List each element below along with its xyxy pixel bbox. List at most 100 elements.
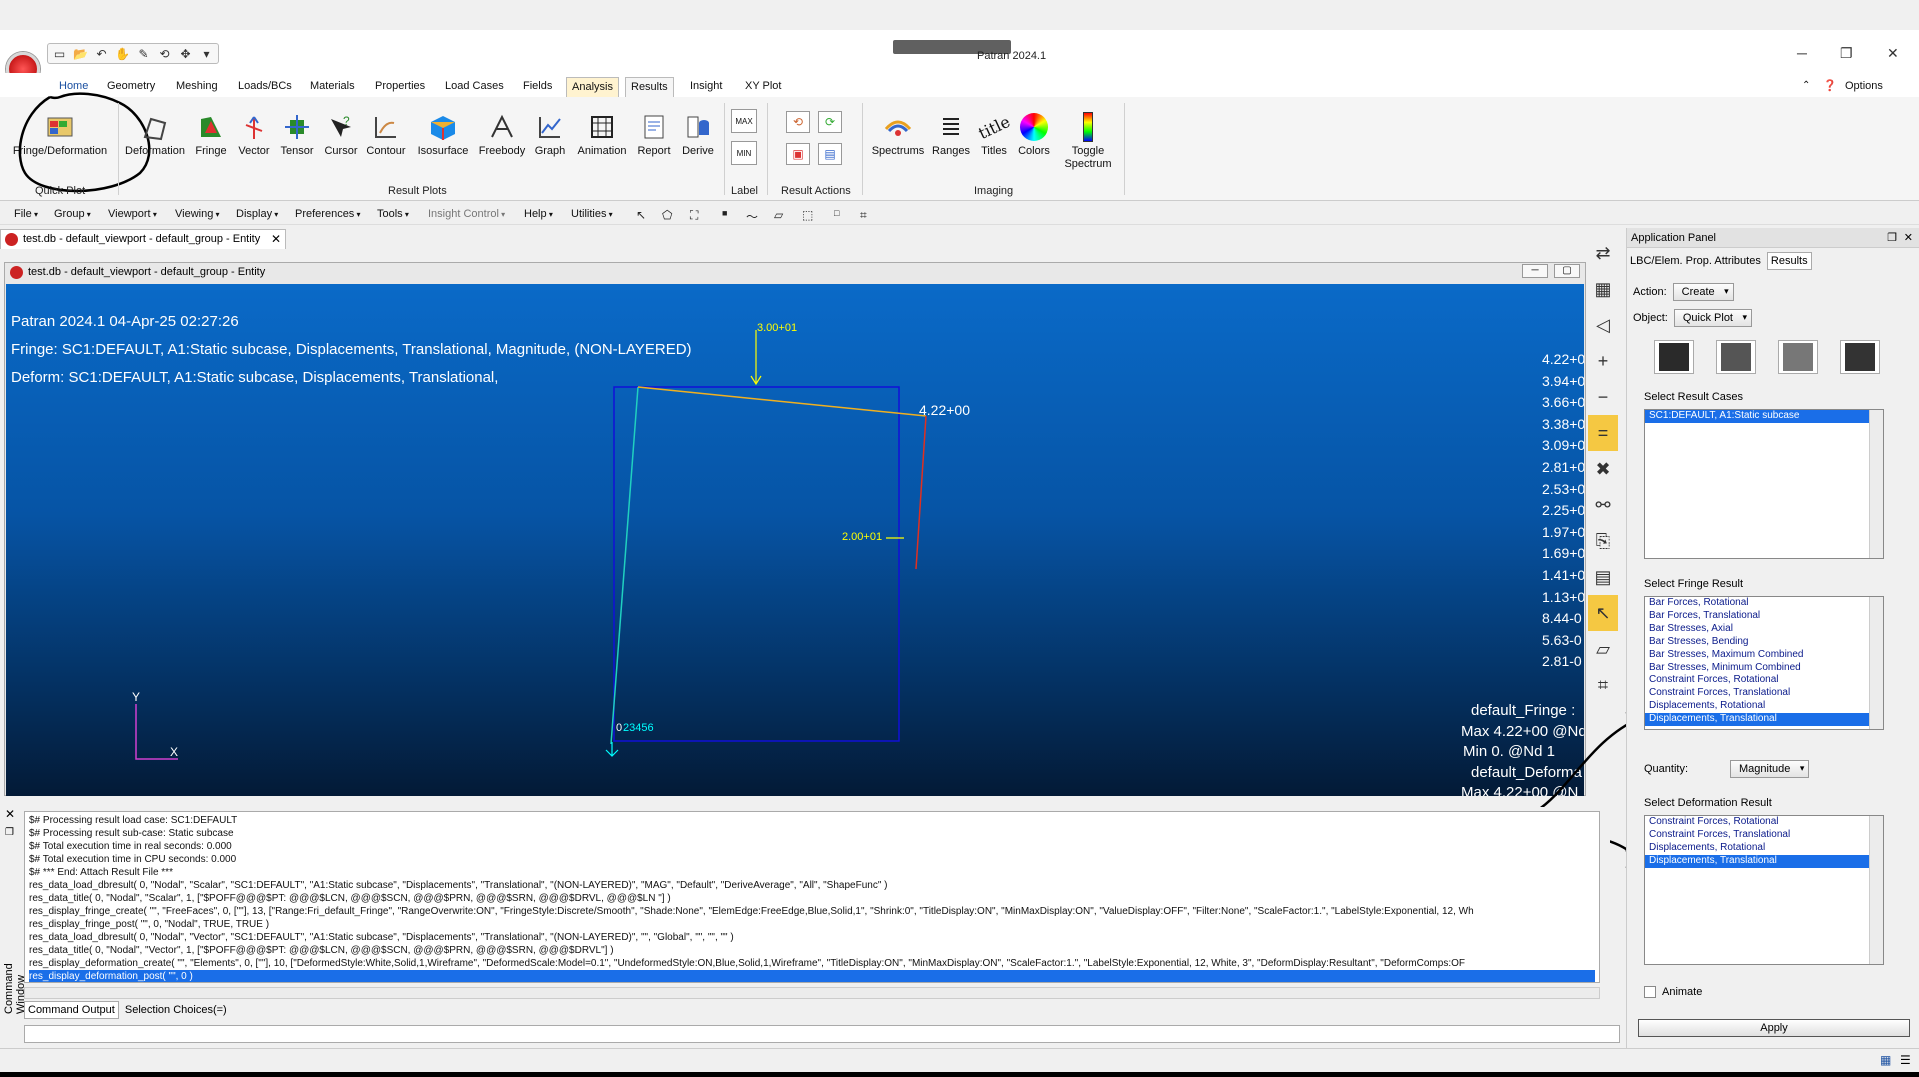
close-panel-icon[interactable]: ✕ (1904, 231, 1913, 244)
list-item[interactable]: Displacements, Translational (1645, 854, 1869, 868)
measure-icon[interactable]: ⚯ (1588, 487, 1618, 523)
menu-tools[interactable]: Tools (377, 208, 409, 220)
fit-icon[interactable]: ◁ (1588, 307, 1618, 343)
spectrums-button[interactable]: Spectrums (868, 109, 928, 157)
list-item[interactable]: Constraint Forces, Rotational (1645, 816, 1883, 829)
scrollbar[interactable] (1869, 410, 1883, 558)
undo-icon[interactable]: ↶ (94, 46, 109, 61)
settings-list-icon[interactable]: ☰ (1900, 1053, 1911, 1067)
list-item[interactable]: Bar Stresses, Bending (1645, 636, 1883, 649)
horizontal-scrollbar[interactable] (24, 987, 1600, 999)
element-icon[interactable]: ⌗ (860, 208, 867, 223)
fringe-button[interactable]: Fringe (188, 109, 234, 157)
list-item[interactable]: Constraint Forces, Translational (1645, 829, 1883, 842)
cursor-button[interactable]: ? Cursor (320, 109, 362, 157)
tab-lbc-elem-prop[interactable]: LBC/Elem. Prop. Attributes (1627, 253, 1764, 269)
tab-insight[interactable]: Insight (685, 77, 727, 97)
list-item[interactable]: Bar Stresses, Maximum Combined (1645, 649, 1883, 662)
result-action-3-button[interactable]: ▣ (786, 143, 812, 165)
close-button[interactable]: ✕ (1887, 45, 1899, 62)
ranges-button[interactable]: Ranges (928, 109, 974, 157)
list-item[interactable]: Displacements, Rotational (1645, 700, 1883, 713)
grid-icon[interactable]: ▦ (1588, 271, 1618, 307)
tab-meshing[interactable]: Meshing (171, 77, 223, 97)
menu-utilities[interactable]: Utilities (571, 208, 613, 220)
quick-plot-icon[interactable] (1654, 340, 1694, 374)
polygon-select-icon[interactable]: ▱ (1588, 631, 1618, 667)
isosurface-button[interactable]: Isosurface (410, 109, 476, 157)
node-icon[interactable]: □ (834, 208, 839, 218)
result-cases-list[interactable]: SC1:DEFAULT, A1:Static subcase (1644, 409, 1884, 559)
action-dropdown[interactable]: Create (1672, 283, 1734, 301)
list-item[interactable]: Bar Stresses, Axial (1645, 623, 1883, 636)
new-doc-icon[interactable]: ▭ (52, 46, 67, 61)
list-item[interactable]: Bar Stresses, Minimum Combined (1645, 662, 1883, 675)
animation-button[interactable]: Animation (572, 109, 632, 157)
deformation-button[interactable]: Deformation (122, 109, 188, 157)
quantity-dropdown[interactable]: Magnitude (1730, 760, 1810, 778)
list-item[interactable]: Displacements, Rotational (1645, 842, 1883, 855)
scrollbar[interactable] (1869, 816, 1883, 964)
tab-results-panel[interactable]: Results (1766, 252, 1812, 270)
tab-fields[interactable]: Fields (518, 77, 557, 97)
layout-icon[interactable]: ▦ (1880, 1053, 1891, 1067)
tab-loads-bcs[interactable]: Loads/BCs (233, 77, 297, 97)
menu-viewing[interactable]: Viewing (175, 208, 220, 220)
help-icon[interactable]: ❓ (1818, 77, 1842, 97)
result-action-2-button[interactable]: ⟳ (818, 111, 844, 133)
document-tab[interactable]: test.db - default_viewport - default_gro… (0, 229, 286, 249)
titles-button[interactable]: title Titles (974, 109, 1014, 157)
list-icon[interactable]: ▤ (1588, 559, 1618, 595)
zoom-in-icon[interactable]: + (1588, 343, 1618, 379)
command-output[interactable]: $# Processing result load case: SC1:DEFA… (24, 811, 1600, 983)
menu-viewport[interactable]: Viewport (108, 208, 157, 220)
minimize-button[interactable]: ─ (1797, 45, 1807, 61)
viewport-maximize-button[interactable]: ▢ (1554, 264, 1580, 278)
deformation-result-list[interactable]: Constraint Forces, Rotational Constraint… (1644, 815, 1884, 965)
tab-xy-plot[interactable]: XY Plot (740, 77, 787, 97)
derive-button[interactable]: Derive (676, 109, 720, 157)
tab-load-cases[interactable]: Load Cases (440, 77, 509, 97)
animate-checkbox[interactable] (1644, 986, 1656, 998)
pan-hand-icon[interactable]: ✋ (115, 46, 130, 61)
float-command-window-icon[interactable]: ❐ (5, 827, 14, 838)
fit-view-icon[interactable]: ⛶ (690, 208, 698, 223)
menu-group[interactable]: Group (54, 208, 91, 220)
menu-preferences[interactable]: Preferences (295, 208, 361, 220)
tab-materials[interactable]: Materials (305, 77, 360, 97)
toggle-spectrum-button[interactable]: Toggle Spectrum (1054, 109, 1122, 171)
list-item[interactable]: SC1:DEFAULT, A1:Static subcase (1645, 410, 1869, 423)
tag-icon[interactable]: ⬠ (662, 208, 672, 222)
open-folder-icon[interactable]: 📂 (73, 46, 88, 61)
move-icon[interactable]: ✥ (178, 46, 193, 61)
fringe-plot-icon[interactable] (1716, 340, 1756, 374)
display-attr-icon[interactable] (1778, 340, 1818, 374)
apply-button[interactable]: Apply (1638, 1019, 1910, 1037)
menu-file[interactable]: File (14, 208, 38, 220)
select-arrow-icon[interactable]: ↖ (636, 208, 646, 222)
more-icon[interactable]: ▾ (199, 46, 214, 61)
tab-properties[interactable]: Properties (370, 77, 430, 97)
equal-icon[interactable]: = (1588, 415, 1618, 451)
tab-analysis[interactable]: Analysis (566, 77, 619, 97)
zoom-out-icon[interactable]: − (1588, 379, 1618, 415)
scrollbar[interactable] (1869, 597, 1883, 729)
label-min-button[interactable]: MIN (731, 141, 757, 165)
colors-button[interactable]: Colors (1014, 109, 1054, 157)
close-command-window-icon[interactable]: ✕ (5, 807, 15, 821)
list-item[interactable]: Constraint Forces, Translational (1645, 687, 1883, 700)
close-tab-icon[interactable]: ✕ (271, 232, 281, 246)
menu-display[interactable]: Display (236, 208, 278, 220)
surface-icon[interactable]: ▱ (774, 208, 783, 222)
menu-help[interactable]: Help (524, 208, 553, 220)
result-action-4-button[interactable]: ▤ (818, 143, 844, 165)
viewport-minimize-button[interactable]: ─ (1522, 264, 1548, 278)
graphics-viewport[interactable]: Patran 2024.1 04-Apr-25 02:27:26 Fringe:… (6, 284, 1584, 796)
object-dropdown[interactable]: Quick Plot (1673, 309, 1752, 327)
result-action-1-button[interactable]: ⟲ (786, 111, 812, 133)
point-icon[interactable]: ■ (722, 208, 727, 218)
menu-insight-control[interactable]: Insight Control (428, 208, 505, 220)
animation-options-icon[interactable] (1840, 340, 1880, 374)
tab-selection-choices[interactable]: Selection Choices(=) (122, 1002, 230, 1018)
tensor-button[interactable]: Tensor (274, 109, 320, 157)
